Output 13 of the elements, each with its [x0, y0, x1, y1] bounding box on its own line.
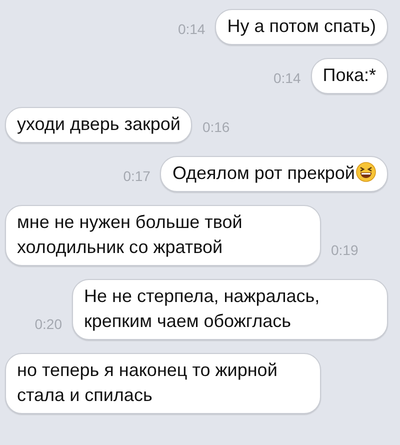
- message-bubble: уходи дверь закрой: [5, 107, 192, 143]
- message-bubble: но теперь я наконец то жирной стала и спилась: [5, 353, 321, 414]
- message-bubble: мне не нужен больше твой холодильник со жратвой: [5, 205, 321, 266]
- message-time: 0:14: [274, 70, 301, 88]
- message-time: 0:17: [123, 168, 150, 186]
- message-bubble: Одеялом рот прекрой: [160, 156, 388, 192]
- message-bubble: Ну а потом спать): [215, 9, 388, 45]
- message-bubble: Не не стерпела, нажралась, крепким чаем обожглась: [72, 279, 388, 340]
- message-time: 0:14: [178, 21, 206, 39]
- message-time: 0:16: [202, 119, 230, 137]
- message-time: 0:20: [34, 316, 62, 334]
- message-time: 0:19: [331, 242, 358, 260]
- message-bubble: Пока:*: [310, 58, 388, 94]
